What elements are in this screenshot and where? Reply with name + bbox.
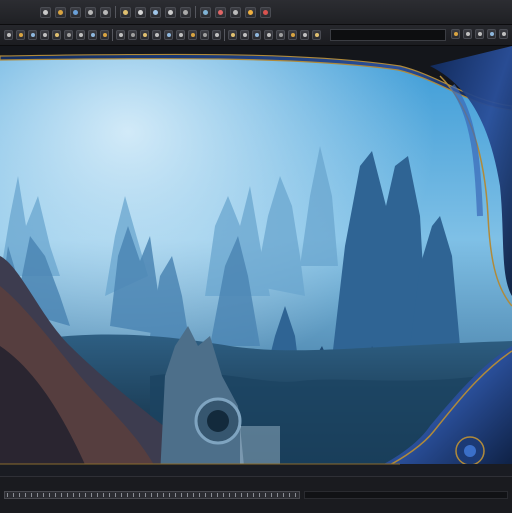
app-title	[6, 3, 36, 19]
panel-a-icon[interactable]	[451, 29, 460, 39]
render-icon[interactable]	[245, 6, 256, 18]
settings-icon[interactable]	[230, 6, 241, 18]
tool-l-icon[interactable]	[140, 30, 149, 40]
tool-v-icon[interactable]	[264, 30, 273, 40]
tool-h-icon[interactable]	[88, 30, 97, 40]
undo-icon[interactable]	[85, 6, 96, 18]
save-icon[interactable]	[70, 6, 81, 18]
tool-x-icon[interactable]	[288, 30, 297, 40]
panel-c-icon[interactable]	[475, 29, 484, 39]
redo-icon[interactable]	[100, 6, 111, 18]
tool-options-group	[4, 29, 321, 41]
tool-a-icon[interactable]	[4, 30, 13, 40]
layers-icon[interactable]	[200, 6, 211, 18]
tool-r-icon[interactable]	[212, 30, 221, 40]
canvas-viewport[interactable]	[0, 46, 512, 476]
toolbar-separator	[195, 6, 196, 18]
tool-k-icon[interactable]	[128, 30, 137, 40]
tool-b-icon[interactable]	[16, 30, 25, 40]
panel-b-icon[interactable]	[463, 29, 472, 39]
brush-icon[interactable]	[120, 6, 131, 18]
tool-p-icon[interactable]	[188, 30, 197, 40]
main-toolbar	[40, 5, 271, 19]
tool-w-icon[interactable]	[276, 30, 285, 40]
title-bar	[0, 0, 512, 25]
timeline-ticks	[7, 493, 297, 497]
tool-d-icon[interactable]	[40, 30, 49, 40]
secondary-toolbar	[0, 25, 512, 46]
path-field[interactable]	[330, 29, 446, 41]
move-icon[interactable]	[165, 6, 176, 18]
close-icon[interactable]	[260, 6, 271, 18]
tool-m-icon[interactable]	[152, 30, 161, 40]
scene-image	[0, 46, 512, 476]
color-icon[interactable]	[215, 6, 226, 18]
tool-f-icon[interactable]	[64, 30, 73, 40]
eraser-icon[interactable]	[135, 6, 146, 18]
panel-e-icon[interactable]	[499, 29, 508, 39]
timeline-empty-area	[304, 491, 508, 499]
tool-c-icon[interactable]	[28, 30, 37, 40]
panel-toggle-group	[451, 29, 508, 39]
tool-o-icon[interactable]	[176, 30, 185, 40]
tool-i-icon[interactable]	[100, 30, 109, 40]
tool-n-icon[interactable]	[164, 30, 173, 40]
timeline-scrubber[interactable]	[4, 491, 300, 499]
zoom-icon[interactable]	[180, 6, 191, 18]
toolbar-separator	[115, 6, 116, 18]
tool-g-icon[interactable]	[76, 30, 85, 40]
tool-e-icon[interactable]	[52, 30, 61, 40]
tool-z-icon[interactable]	[312, 30, 321, 40]
open-icon[interactable]	[55, 6, 66, 18]
tool-t-icon[interactable]	[240, 30, 249, 40]
select-icon[interactable]	[150, 6, 161, 18]
tool-s-icon[interactable]	[228, 30, 237, 40]
tool-q-icon[interactable]	[200, 30, 209, 40]
toolbar-separator	[112, 29, 113, 41]
new-file-icon[interactable]	[40, 6, 51, 18]
tool-u-icon[interactable]	[252, 30, 261, 40]
panel-d-icon[interactable]	[487, 29, 496, 39]
tool-j-icon[interactable]	[116, 30, 125, 40]
timeline-panel	[0, 476, 512, 513]
tool-y-icon[interactable]	[300, 30, 309, 40]
toolbar-separator	[224, 29, 225, 41]
